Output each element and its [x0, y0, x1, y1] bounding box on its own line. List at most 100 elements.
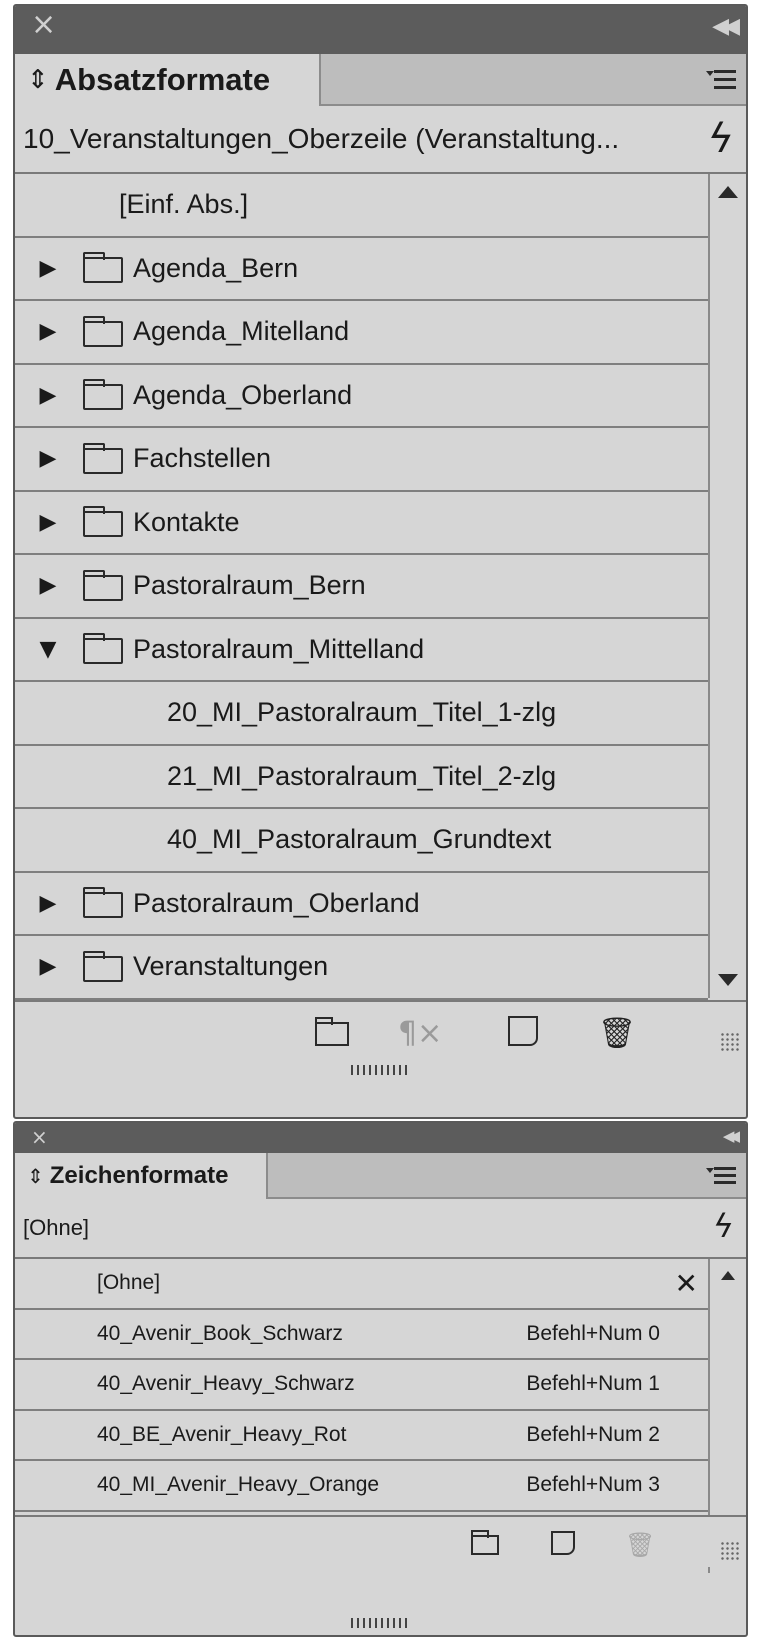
- folder-icon: [82, 633, 123, 665]
- style-label: 40_MI_Avenir_Heavy_Orange: [97, 1473, 380, 1497]
- folder-icon: [82, 506, 123, 538]
- expanded-arrow-icon[interactable]: ▼: [31, 637, 65, 662]
- current-style-label: 10_Veranstaltungen_Oberzeile (Veranstalt…: [23, 123, 620, 154]
- style-row[interactable]: 20_MI_Pastoralraum_Titel_1-zlg: [15, 682, 708, 746]
- panel-menu-icon[interactable]: [706, 1165, 736, 1187]
- scroll-up-icon[interactable]: [718, 186, 738, 198]
- panel-titlebar[interactable]: × ◀◀: [15, 6, 746, 54]
- style-label: Veranstaltungen: [133, 951, 329, 982]
- style-label: 20_MI_Pastoralraum_Titel_1-zlg: [167, 697, 557, 728]
- folder-icon: [82, 315, 123, 347]
- panel-footer: 🗑: [15, 1515, 746, 1567]
- panel-splitter[interactable]: [15, 1060, 746, 1080]
- collapsed-arrow-icon[interactable]: ▶: [31, 446, 65, 471]
- style-group-row[interactable]: ▶ Pastoralraum_Bern: [15, 555, 708, 619]
- style-label: 40_Avenir_Heavy_Schwarz: [97, 1372, 355, 1396]
- folder-icon: [82, 887, 123, 919]
- style-label: Kontakte: [133, 506, 240, 537]
- resize-grip-icon[interactable]: [720, 1032, 740, 1052]
- shortcut-label: Befehl+Num 2: [526, 1422, 660, 1446]
- collapsed-arrow-icon[interactable]: ▶: [31, 954, 65, 979]
- folder-icon: [82, 252, 123, 284]
- collapse-panel-icon[interactable]: ◀◀: [723, 1127, 740, 1145]
- style-group-row[interactable]: ▶ Agenda_Oberland: [15, 365, 708, 428]
- updown-icon: ⇕: [27, 65, 49, 95]
- folder-icon: [82, 569, 123, 601]
- collapsed-arrow-icon[interactable]: ▶: [31, 383, 65, 408]
- style-group-row[interactable]: ▶ Agenda_Mitelland: [15, 301, 708, 365]
- folder-icon: [82, 950, 123, 982]
- style-group-row[interactable]: ▶ Agenda_Bern: [15, 238, 708, 301]
- quick-apply-icon[interactable]: ϟ: [713, 1207, 734, 1245]
- shortcut-label: Befehl+Num 0: [526, 1321, 660, 1345]
- style-group-row[interactable]: ▶ Kontakte: [15, 492, 708, 555]
- current-style-display: 10_Veranstaltungen_Oberzeile (Veranstalt…: [15, 106, 746, 174]
- tab-label: Zeichenformate: [49, 1162, 229, 1189]
- tab-row: ⇕ Absatzformate: [15, 54, 746, 106]
- style-row[interactable]: 40_Avenir_Book_Schwarz Befehl+Num 0: [15, 1310, 708, 1360]
- style-label: 40_MI_Pastoralraum_Grundtext: [167, 824, 552, 855]
- current-style-display: [Ohne] ϟ: [15, 1199, 746, 1259]
- style-label: 21_MI_Pastoralraum_Titel_2-zlg: [167, 760, 557, 791]
- close-icon[interactable]: ×: [31, 1125, 48, 1149]
- style-label: [Einf. Abs.]: [119, 189, 249, 220]
- panel-splitter[interactable]: [15, 1613, 746, 1633]
- style-label: Agenda_Mitelland: [133, 316, 350, 347]
- style-label: Agenda_Oberland: [133, 379, 353, 410]
- collapsed-arrow-icon[interactable]: ▶: [31, 510, 65, 535]
- style-label: Pastoralraum_Bern: [133, 570, 366, 601]
- scroll-up-icon[interactable]: [721, 1271, 735, 1280]
- tab-label: Absatzformate: [54, 62, 271, 97]
- scroll-down-icon[interactable]: [718, 974, 738, 986]
- panel-titlebar[interactable]: × ◀◀: [15, 1123, 746, 1153]
- style-label: Pastoralraum_Oberland: [133, 887, 420, 918]
- style-label: Pastoralraum_Mittelland: [133, 633, 425, 664]
- style-row[interactable]: 40_BE_Avenir_Heavy_Rot Befehl+Num 2: [15, 1411, 708, 1461]
- not-editable-icon: ✕: [674, 1266, 698, 1300]
- tab-paragraph-styles[interactable]: ⇕ Absatzformate: [15, 54, 321, 106]
- delete-trash-icon[interactable]: 🗑: [625, 1531, 655, 1561]
- style-group-row[interactable]: ▼ Pastoralraum_Mittelland: [15, 619, 708, 682]
- delete-trash-icon[interactable]: 🗑: [598, 1016, 636, 1051]
- current-style-label: [Ohne]: [23, 1215, 90, 1240]
- style-row[interactable]: 40_MI_Pastoralraum_Grundtext: [15, 809, 708, 873]
- style-label: [Ohne]: [97, 1271, 161, 1295]
- style-label: Fachstellen: [133, 443, 272, 474]
- resize-grip-icon[interactable]: [720, 1541, 740, 1561]
- panel-menu-icon[interactable]: [706, 68, 736, 90]
- style-row[interactable]: 40_Avenir_Heavy_Schwarz Befehl+Num 1: [15, 1360, 708, 1411]
- collapsed-arrow-icon[interactable]: ▶: [31, 256, 65, 281]
- new-style-icon[interactable]: [551, 1531, 575, 1555]
- style-label: 40_Avenir_Book_Schwarz: [97, 1321, 343, 1345]
- style-row[interactable]: [Einf. Abs.]: [15, 174, 708, 238]
- new-group-folder-icon[interactable]: [470, 1530, 499, 1555]
- collapsed-arrow-icon[interactable]: ▶: [31, 319, 65, 344]
- new-group-folder-icon[interactable]: [314, 1017, 349, 1046]
- style-label: 40_BE_Avenir_Heavy_Rot: [97, 1422, 347, 1446]
- style-row[interactable]: 40_MI_Avenir_Heavy_Orange Befehl+Num 3: [15, 1461, 708, 1512]
- collapse-panel-icon[interactable]: ◀◀: [712, 14, 740, 39]
- tab-character-styles[interactable]: ⇕ Zeichenformate: [15, 1153, 268, 1199]
- paragraph-style-list: [Einf. Abs.] ▶ Agenda_Bern ▶ Agenda_Mitellan…: [15, 174, 746, 1000]
- shortcut-label: Befehl+Num 1: [526, 1372, 660, 1396]
- style-row[interactable]: 21_MI_Pastoralraum_Titel_2-zlg: [15, 746, 708, 809]
- character-styles-panel: × ◀◀ ⇕ Zeichenformate [Ohne] ϟ [Ohne] ✕ 40…: [13, 1121, 748, 1637]
- folder-icon: [82, 442, 123, 474]
- updown-icon: ⇕: [27, 1164, 44, 1188]
- panel-footer: ¶× 🗑: [15, 1000, 746, 1058]
- shortcut-label: Befehl+Num 3: [526, 1473, 660, 1497]
- style-group-row[interactable]: ▶ Fachstellen: [15, 428, 708, 492]
- close-icon[interactable]: ×: [31, 10, 56, 40]
- quick-apply-icon[interactable]: ϟ: [708, 116, 734, 162]
- collapsed-arrow-icon[interactable]: ▶: [31, 573, 65, 598]
- tab-row: ⇕ Zeichenformate: [15, 1153, 746, 1199]
- clear-overrides-icon[interactable]: ¶×: [398, 1016, 442, 1051]
- style-group-row[interactable]: ▶ Veranstaltungen: [15, 936, 708, 1000]
- style-group-row[interactable]: ▶ Pastoralraum_Oberland: [15, 873, 708, 936]
- new-style-icon[interactable]: [508, 1016, 538, 1046]
- scrollbar[interactable]: [708, 174, 746, 998]
- folder-icon: [82, 379, 123, 411]
- collapsed-arrow-icon[interactable]: ▶: [31, 891, 65, 916]
- style-row[interactable]: [Ohne] ✕: [15, 1259, 708, 1310]
- paragraph-styles-panel: × ◀◀ ⇕ Absatzformate 10_Veranstaltungen_…: [13, 4, 748, 1119]
